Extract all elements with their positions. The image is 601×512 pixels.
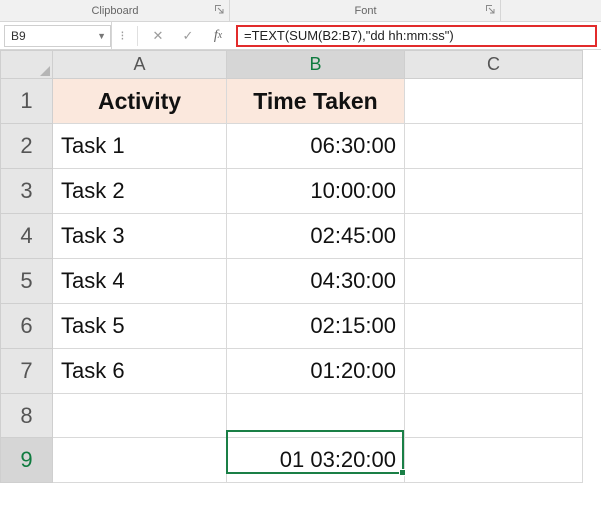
- row-6: 6 Task 5 02:15:00: [1, 304, 583, 349]
- cell-A9[interactable]: [53, 438, 227, 483]
- cell-B6[interactable]: 02:15:00: [227, 304, 405, 349]
- name-box[interactable]: B9 ▼: [4, 25, 111, 47]
- cell-A6[interactable]: Task 5: [53, 304, 227, 349]
- result-value: 01 03:20:00: [227, 438, 404, 482]
- cell-C6[interactable]: [405, 304, 583, 349]
- cell-C4[interactable]: [405, 214, 583, 259]
- row-3: 3 Task 2 10:00:00: [1, 169, 583, 214]
- row-header-7[interactable]: 7: [1, 349, 53, 394]
- formula-text: =TEXT(SUM(B2:B7),"dd hh:mm:ss"): [244, 28, 454, 43]
- row-4: 4 Task 3 02:45:00: [1, 214, 583, 259]
- cell-B5[interactable]: 04:30:00: [227, 259, 405, 304]
- cell-A4[interactable]: Task 3: [53, 214, 227, 259]
- row-2: 2 Task 1 06:30:00: [1, 124, 583, 169]
- cell-A5[interactable]: Task 4: [53, 259, 227, 304]
- cell-A2[interactable]: Task 1: [53, 124, 227, 169]
- cell-B8[interactable]: [227, 394, 405, 438]
- col-header-A[interactable]: A: [53, 51, 227, 79]
- formula-input[interactable]: =TEXT(SUM(B2:B7),"dd hh:mm:ss"): [236, 25, 597, 47]
- header-activity: Activity: [53, 79, 226, 123]
- formula-bar-row: B9 ▼ ⁝ ✕ ✓ fx =TEXT(SUM(B2:B7),"dd hh:mm…: [0, 22, 601, 50]
- cell-B9[interactable]: 01 03:20:00: [227, 438, 405, 483]
- name-box-value: B9: [11, 29, 26, 43]
- row-9: 9 01 03:20:00: [1, 438, 583, 483]
- grid-table: A B C 1 Activity Time Taken 2 Task 1 06:…: [0, 50, 583, 483]
- cell-B7[interactable]: 01:20:00: [227, 349, 405, 394]
- cell-B4[interactable]: 02:45:00: [227, 214, 405, 259]
- worksheet-grid[interactable]: A B C 1 Activity Time Taken 2 Task 1 06:…: [0, 50, 601, 512]
- formula-input-container: =TEXT(SUM(B2:B7),"dd hh:mm:ss"): [234, 22, 601, 49]
- row-header-8[interactable]: 8: [1, 394, 53, 438]
- enter-check-icon[interactable]: ✓: [178, 26, 198, 46]
- cell-A7[interactable]: Task 6: [53, 349, 227, 394]
- col-header-B[interactable]: B: [227, 51, 405, 79]
- header-time-taken: Time Taken: [227, 79, 404, 123]
- row-header-3[interactable]: 3: [1, 169, 53, 214]
- cell-C8[interactable]: [405, 394, 583, 438]
- row-header-5[interactable]: 5: [1, 259, 53, 304]
- cell-C7[interactable]: [405, 349, 583, 394]
- chevron-down-icon[interactable]: ▼: [97, 31, 106, 41]
- column-header-row: A B C: [1, 51, 583, 79]
- row-8: 8: [1, 394, 583, 438]
- ribbon-group-labels: Clipboard Font: [0, 0, 601, 22]
- row-header-1[interactable]: 1: [1, 79, 53, 124]
- fx-icon[interactable]: fx: [208, 26, 228, 46]
- row-5: 5 Task 4 04:30:00: [1, 259, 583, 304]
- select-all-corner[interactable]: [1, 51, 53, 79]
- cell-A3[interactable]: Task 2: [53, 169, 227, 214]
- more-dots-icon[interactable]: ⁝: [118, 26, 138, 46]
- ribbon-group-font: Font: [230, 0, 501, 21]
- cell-A1[interactable]: Activity: [53, 79, 227, 124]
- dialog-launcher-icon[interactable]: [214, 4, 224, 14]
- cell-B1[interactable]: Time Taken: [227, 79, 405, 124]
- cell-C2[interactable]: [405, 124, 583, 169]
- cell-C1[interactable]: [405, 79, 583, 124]
- row-1: 1 Activity Time Taken: [1, 79, 583, 124]
- formula-bar-controls: ⁝ ✕ ✓ fx: [112, 22, 234, 49]
- cell-C9[interactable]: [405, 438, 583, 483]
- ribbon-group-font-label: Font: [354, 5, 376, 17]
- cancel-icon[interactable]: ✕: [148, 26, 168, 46]
- row-7: 7 Task 6 01:20:00: [1, 349, 583, 394]
- ribbon-group-clipboard-label: Clipboard: [91, 5, 138, 17]
- row-header-2[interactable]: 2: [1, 124, 53, 169]
- row-header-6[interactable]: 6: [1, 304, 53, 349]
- cell-A8[interactable]: [53, 394, 227, 438]
- cell-B3[interactable]: 10:00:00: [227, 169, 405, 214]
- cell-B2[interactable]: 06:30:00: [227, 124, 405, 169]
- cell-C3[interactable]: [405, 169, 583, 214]
- row-header-4[interactable]: 4: [1, 214, 53, 259]
- col-header-C[interactable]: C: [405, 51, 583, 79]
- ribbon-group-clipboard: Clipboard: [0, 0, 230, 21]
- dialog-launcher-icon[interactable]: [485, 4, 495, 14]
- cell-C5[interactable]: [405, 259, 583, 304]
- row-header-9[interactable]: 9: [1, 438, 53, 483]
- name-box-container: B9 ▼: [0, 22, 112, 49]
